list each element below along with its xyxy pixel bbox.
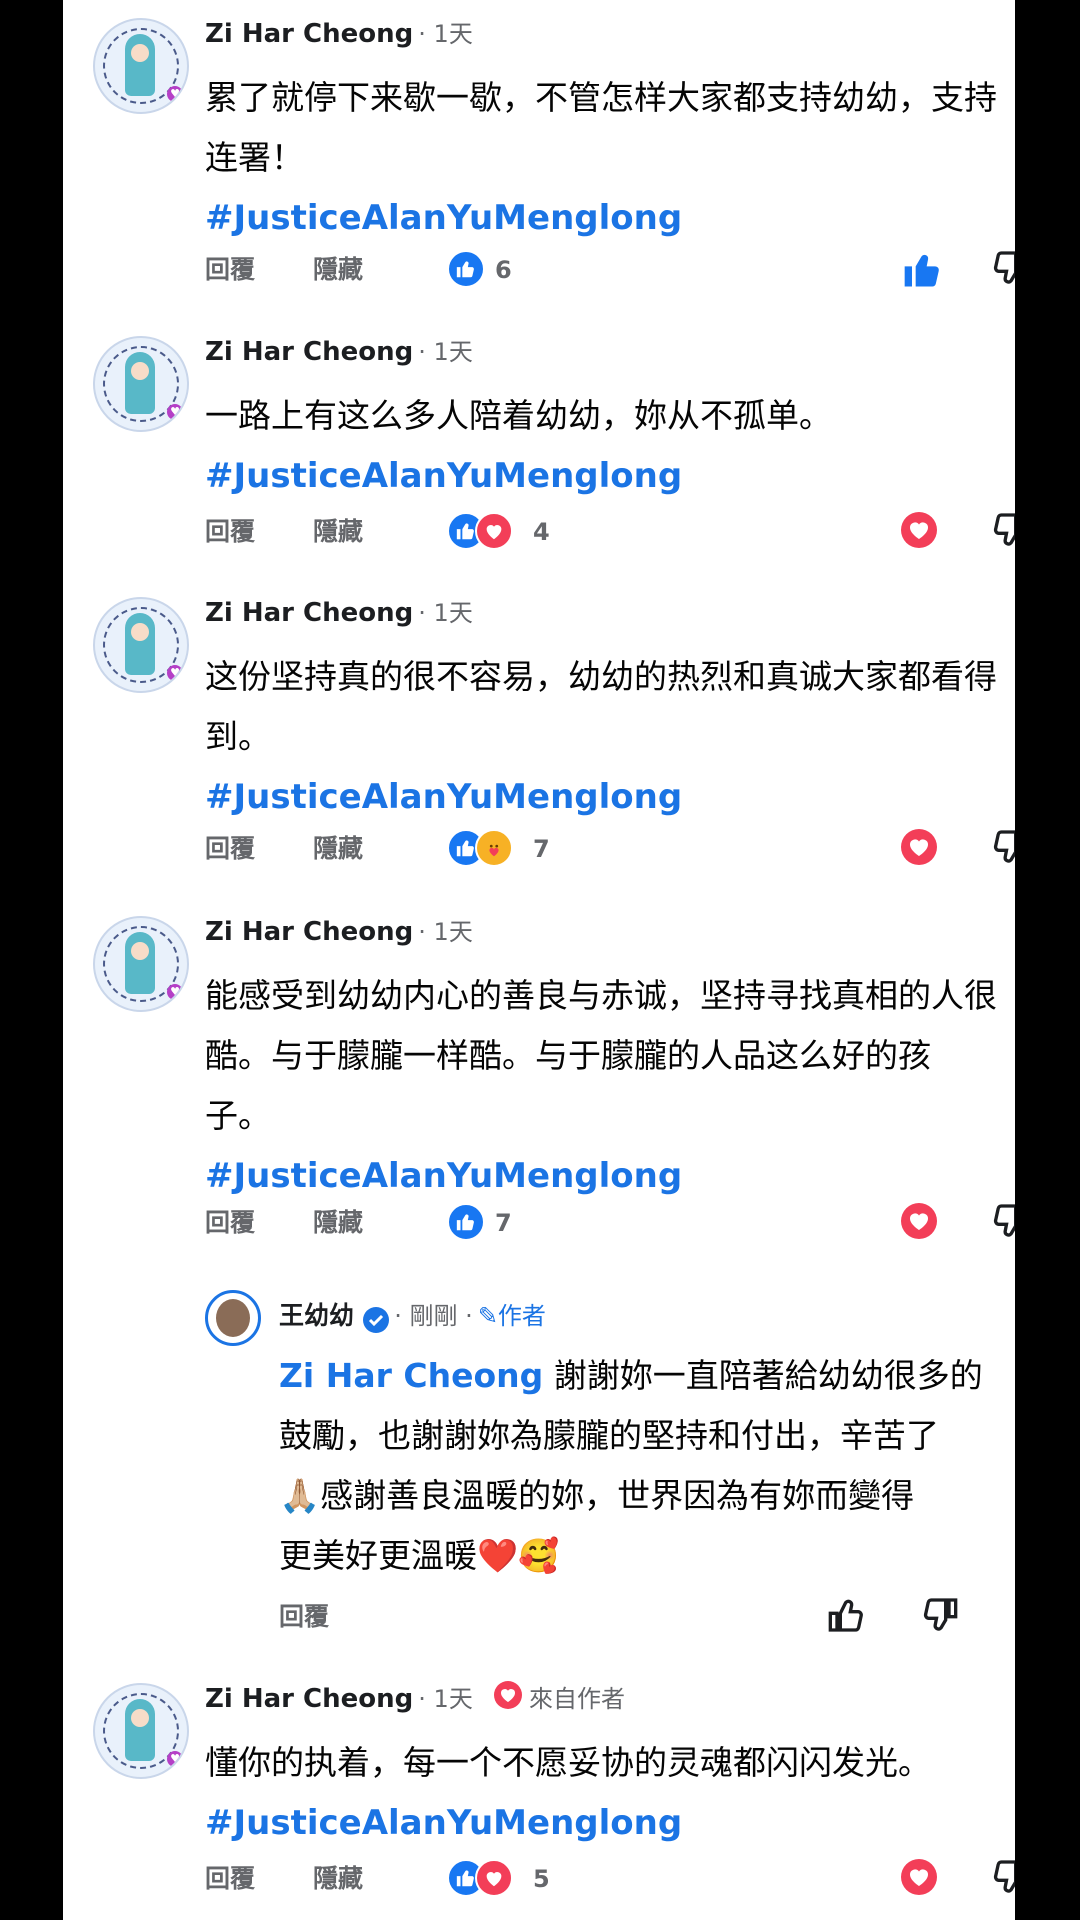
comment-author[interactable]: Zi Har Cheong <box>205 19 413 49</box>
reply-button[interactable]: 回覆 <box>205 507 255 557</box>
reply-button[interactable]: 回覆 <box>205 824 255 874</box>
reaction-summary[interactable] <box>447 1859 513 1899</box>
thumbs-down-icon[interactable] <box>919 1595 963 1639</box>
reply-button[interactable]: 回覆 <box>205 245 255 295</box>
like-reaction-icon <box>447 250 485 288</box>
love-reaction-icon <box>475 1859 513 1897</box>
love-reaction-icon <box>475 512 513 550</box>
loved-by-author-label: 來自作者 <box>529 1685 626 1713</box>
verified-badge-icon <box>363 1306 390 1333</box>
comment-text: 能感受到幼幼内心的善良与赤诚，坚持寻找真相的人很酷。与于朦朧一样酷。与于朦朧的人… <box>205 976 997 1135</box>
hashtag-link[interactable]: #JusticeAlanYuMenglong <box>205 446 1005 506</box>
comment-author[interactable]: Zi Har Cheong <box>205 337 413 367</box>
reply-button[interactable]: 回覆 <box>279 1592 329 1642</box>
reaction-summary[interactable] <box>447 250 485 290</box>
loved-heart-icon[interactable] <box>899 510 943 554</box>
reply-text-line: 謝謝妳一直陪著給幼幼很多的 <box>543 1356 983 1395</box>
loved-heart-icon[interactable] <box>899 827 943 871</box>
reply-text-line: 更美好更溫暖❤️🥰 <box>279 1536 560 1575</box>
hide-button[interactable]: 隱藏 <box>313 1854 363 1904</box>
comment-thread: ♥ Zi Har Cheong · 1天 累了就停下来歇一歇，不管怎样大家都支持… <box>63 0 1015 1920</box>
reaction-summary[interactable] <box>447 1203 485 1243</box>
hashtag-link[interactable]: #JusticeAlanYuMenglong <box>205 1793 1005 1853</box>
reply-author[interactable]: 王幼幼 <box>279 1301 354 1330</box>
reaction-count[interactable]: 5 <box>533 1854 550 1904</box>
hide-button[interactable]: 隱藏 <box>313 245 363 295</box>
thumbs-down-icon[interactable] <box>989 510 1015 554</box>
comment-text: 一路上有这么多人陪着幼幼，妳从不孤单。 <box>205 396 832 435</box>
reaction-count[interactable]: 4 <box>533 507 550 557</box>
hide-button[interactable]: 隱藏 <box>313 824 363 874</box>
comment-author[interactable]: Zi Har Cheong <box>205 1684 413 1714</box>
comment-text: 这份坚持真的很不容易，幼幼的热烈和真诚大家都看得到。 <box>205 657 997 756</box>
comment-text: 懂你的执着，每一个不愿妥协的灵魂都闪闪发光。 <box>205 1743 931 1782</box>
author-love-icon <box>492 1679 524 1726</box>
thumbs-down-icon[interactable] <box>989 827 1015 871</box>
comment-author[interactable]: Zi Har Cheong <box>205 598 413 628</box>
thumbs-down-icon[interactable] <box>989 248 1015 292</box>
avatar[interactable]: ♥ <box>93 336 189 432</box>
comment-time[interactable]: · 1天 <box>418 918 473 946</box>
reaction-count[interactable]: 7 <box>533 824 550 874</box>
comment-time[interactable]: · 1天 <box>418 338 473 366</box>
comment-author[interactable]: Zi Har Cheong <box>205 917 413 947</box>
hashtag-link[interactable]: #JusticeAlanYuMenglong <box>205 1146 1005 1206</box>
comment-time[interactable]: · 1天 <box>418 20 473 48</box>
reaction-summary[interactable] <box>447 829 513 869</box>
avatar[interactable]: ♥ <box>93 597 189 693</box>
liked-thumbs-up-icon[interactable] <box>901 248 945 292</box>
comment-time[interactable]: · 1天 <box>418 1685 473 1713</box>
avatar[interactable]: ♥ <box>93 1683 189 1779</box>
hide-button[interactable]: 隱藏 <box>313 1198 363 1248</box>
comment-time[interactable]: · 1天 <box>418 599 473 627</box>
hide-button[interactable]: 隱藏 <box>313 507 363 557</box>
reply-text-line: 鼓勵，也謝謝妳為朦朧的堅持和付出，辛苦了 <box>279 1416 939 1455</box>
loved-heart-icon[interactable] <box>899 1857 943 1901</box>
like-reaction-icon <box>447 1203 485 1241</box>
reaction-summary[interactable] <box>447 512 513 552</box>
hashtag-link[interactable]: #JusticeAlanYuMenglong <box>205 188 1005 248</box>
avatar[interactable]: ♥ <box>93 916 189 1012</box>
loved-heart-icon[interactable] <box>899 1201 943 1245</box>
reply-button[interactable]: 回覆 <box>205 1198 255 1248</box>
author-badge: 作者 <box>497 1302 546 1330</box>
thumbs-down-icon[interactable] <box>989 1201 1015 1245</box>
thumbs-up-icon[interactable] <box>827 1595 871 1639</box>
reply-button[interactable]: 回覆 <box>205 1854 255 1904</box>
hashtag-link[interactable]: #JusticeAlanYuMenglong <box>205 767 1005 827</box>
avatar[interactable]: ♥ <box>93 18 189 114</box>
care-reaction-icon <box>475 829 513 867</box>
pencil-icon: ✎ <box>477 1302 498 1330</box>
reaction-count[interactable]: 6 <box>495 245 512 295</box>
reply-time[interactable]: · 剛剛 · <box>394 1302 473 1330</box>
reply-text-line: 🙏🏼感謝善良溫暖的妳，世界因為有妳而變得 <box>279 1476 915 1515</box>
mention-link[interactable]: Zi Har Cheong <box>279 1356 543 1395</box>
avatar[interactable] <box>205 1290 261 1346</box>
reaction-count[interactable]: 7 <box>495 1198 512 1248</box>
comment-text: 累了就停下来歇一歇，不管怎样大家都支持幼幼，支持连署！ <box>205 78 997 177</box>
thumbs-down-icon[interactable] <box>989 1857 1015 1901</box>
